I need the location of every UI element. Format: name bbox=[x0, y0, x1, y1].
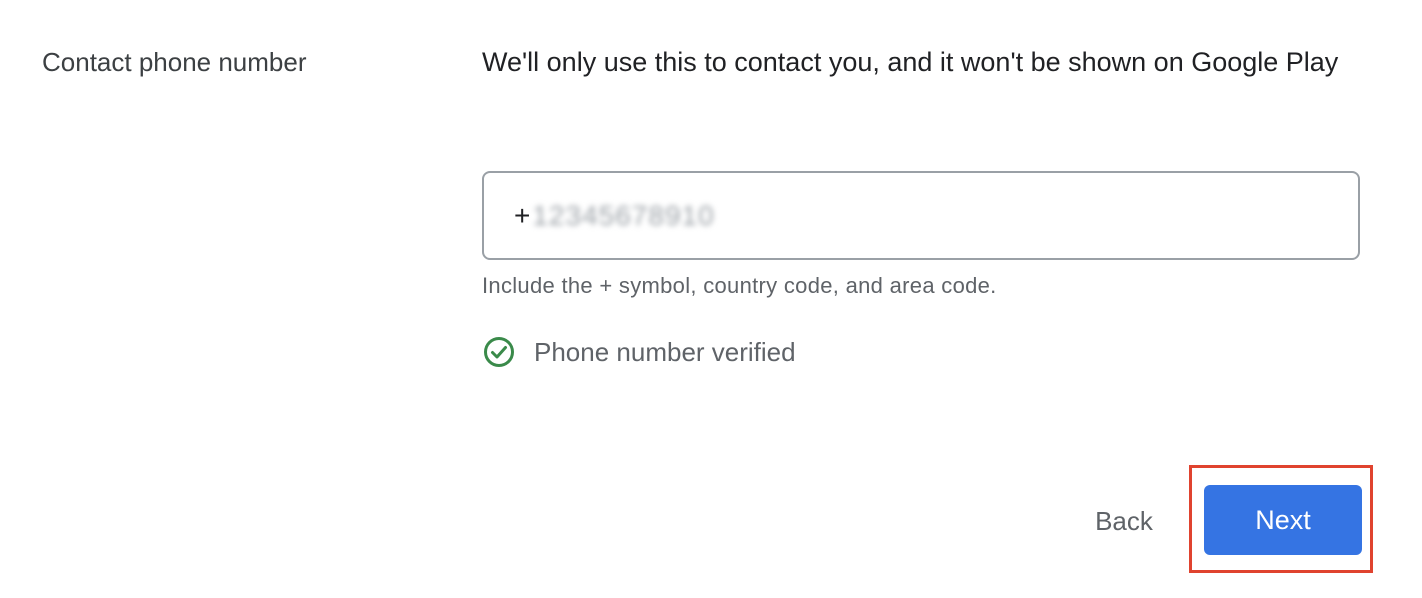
back-button[interactable]: Back bbox=[1070, 490, 1178, 552]
phone-input[interactable]: + 12345678910 bbox=[482, 171, 1360, 260]
next-button[interactable]: Next bbox=[1204, 485, 1362, 555]
phone-value-blurred: 12345678910 bbox=[532, 199, 715, 231]
verified-text: Phone number verified bbox=[534, 336, 796, 367]
phone-prefix: + bbox=[514, 199, 531, 231]
section-label: Contact phone number bbox=[42, 47, 307, 77]
check-circle-icon bbox=[483, 336, 515, 368]
section-description: We'll only use this to contact you, and … bbox=[482, 47, 1339, 77]
verified-status: Phone number verified bbox=[483, 334, 796, 370]
phone-helper-text: Include the + symbol, country code, and … bbox=[482, 273, 997, 298]
